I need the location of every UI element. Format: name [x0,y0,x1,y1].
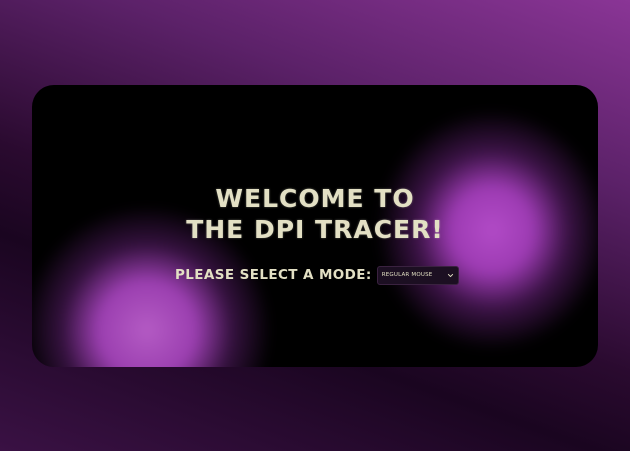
title-line-1: WELCOME TO [215,184,415,213]
page-title: WELCOME TO THE DPI TRACER! [32,183,598,245]
mode-select-dropdown[interactable]: REGULAR MOUSE [376,265,459,285]
mode-select-value: REGULAR MOUSE [381,272,433,278]
mode-label: PLEASE SELECT A MODE: [175,267,372,283]
welcome-content: WELCOME TO THE DPI TRACER! PLEASE SELECT… [32,85,598,367]
title-line-2: THE DPI TRACER! [186,215,444,244]
mode-selector-row: PLEASE SELECT A MODE: REGULAR MOUSE [175,265,459,285]
chevron-down-icon [447,272,454,279]
welcome-card: WELCOME TO THE DPI TRACER! PLEASE SELECT… [32,85,598,367]
